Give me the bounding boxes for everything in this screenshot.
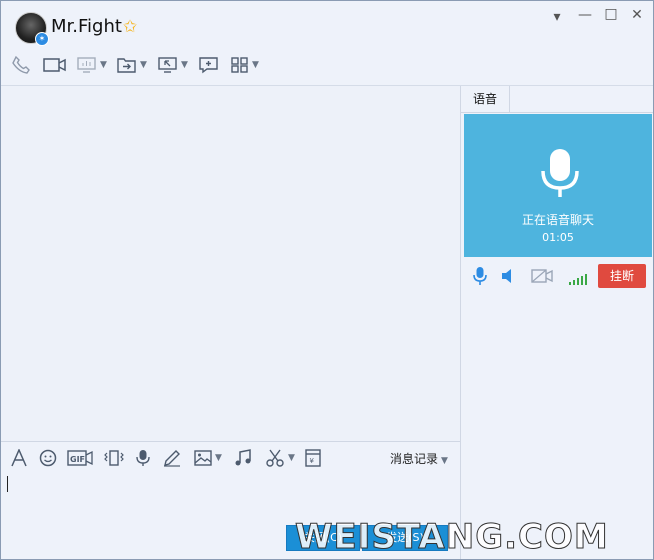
call-controls: 挂断 xyxy=(461,264,653,290)
apps-icon[interactable]: ▼ xyxy=(231,53,259,77)
screenshot-scissors-icon[interactable]: ▼ xyxy=(265,448,295,468)
svg-text:GIF: GIF xyxy=(70,455,85,464)
speaker-icon[interactable] xyxy=(501,268,517,288)
add-chat-icon[interactable] xyxy=(199,53,219,77)
font-icon[interactable] xyxy=(11,448,27,468)
title-bar: ✶ Mr.Fight ✩ ▾ — □ ✕ xyxy=(1,1,653,46)
file-transfer-icon[interactable]: ▼ xyxy=(117,53,147,77)
phone-icon[interactable] xyxy=(11,53,31,77)
watermark: WEISTANG.COM xyxy=(295,517,609,558)
side-panel: 语音 正在语音聊天 01:05 挂断 xyxy=(461,86,653,559)
camera-off-icon[interactable] xyxy=(531,268,553,288)
gif-icon[interactable]: GIF xyxy=(67,448,93,468)
minimize-button[interactable]: — xyxy=(575,7,595,23)
tab-voice[interactable]: 语音 xyxy=(461,86,510,112)
microphone-icon xyxy=(540,147,580,203)
shake-icon[interactable] xyxy=(104,448,124,468)
side-tabs: 语音 xyxy=(461,86,653,113)
hangup-button[interactable]: 挂断 xyxy=(598,264,646,288)
svg-text:¥: ¥ xyxy=(310,457,315,465)
message-history-link[interactable]: 消息记录 ▼ xyxy=(390,450,448,467)
video-icon[interactable] xyxy=(43,53,67,77)
close-window-button[interactable]: ✕ xyxy=(627,7,647,23)
voice-call-panel: 正在语音聊天 01:05 xyxy=(464,114,652,257)
message-area[interactable] xyxy=(1,86,460,441)
call-timer: 01:05 xyxy=(542,231,574,244)
remote-desktop-icon[interactable]: ▼ xyxy=(158,53,188,77)
signal-strength-icon xyxy=(569,270,589,289)
emoji-icon[interactable] xyxy=(39,448,57,468)
maximize-button[interactable]: □ xyxy=(601,6,621,22)
vip-badge-icon: ✶ xyxy=(35,32,49,46)
chat-window: ✶ Mr.Fight ✩ ▾ — □ ✕ ▼ ▼ ▼ ▼ 语音 正在语音聊天 0… xyxy=(0,0,654,560)
call-status: 正在语音聊天 xyxy=(521,213,594,227)
avatar[interactable]: ✶ xyxy=(15,12,49,46)
input-toolbar: GIF ▼ ▼ ¥ 消息记录 ▼ xyxy=(1,441,460,472)
star-icon[interactable]: ✩ xyxy=(123,19,137,36)
contact-name: Mr.Fight xyxy=(51,16,122,37)
mic-toggle-icon[interactable] xyxy=(473,266,487,290)
music-icon[interactable] xyxy=(234,448,252,468)
image-icon[interactable]: ▼ xyxy=(194,448,222,468)
red-packet-icon[interactable]: ¥ xyxy=(305,448,321,468)
text-cursor xyxy=(7,476,8,492)
voice-message-icon[interactable] xyxy=(136,448,150,468)
settings-dropdown-icon[interactable]: ▾ xyxy=(547,9,567,25)
screen-share-icon[interactable]: ▼ xyxy=(77,53,107,77)
draw-icon[interactable] xyxy=(163,448,181,468)
